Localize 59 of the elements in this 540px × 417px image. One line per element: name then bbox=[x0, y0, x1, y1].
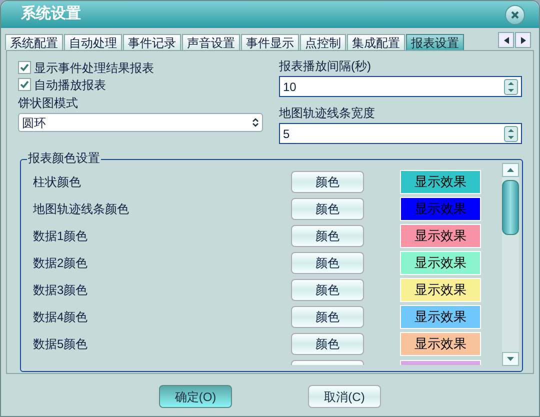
tab-scroll-left-button[interactable] bbox=[498, 32, 514, 48]
right-arrow-icon bbox=[520, 36, 526, 44]
scroll-down-icon[interactable] bbox=[502, 352, 519, 366]
color-label: 数据4颜色 bbox=[33, 309, 89, 326]
field-label: 地图轨迹线条宽度 bbox=[279, 106, 376, 121]
window-title: 系统设置 bbox=[21, 4, 81, 24]
color-label: 数据1颜色 bbox=[33, 228, 89, 245]
tab[interactable]: 报表设置 bbox=[406, 34, 464, 50]
group-title: 报表颜色设置 bbox=[27, 151, 101, 165]
color-preview: 显示效果 bbox=[400, 170, 481, 194]
color-preview: 显示效果 bbox=[400, 197, 481, 221]
color-label: 数据5颜色 bbox=[33, 336, 89, 353]
checkbox-label: 显示事件处理结果报表 bbox=[34, 60, 154, 76]
track-width-spin-field[interactable]: 5 bbox=[279, 123, 522, 144]
close-button[interactable] bbox=[505, 4, 525, 24]
color-button[interactable]: 颜色 bbox=[291, 306, 364, 328]
scroll-up-icon[interactable] bbox=[502, 163, 519, 177]
spinner-icon[interactable] bbox=[504, 126, 518, 142]
select-value: 圆环 bbox=[22, 114, 46, 132]
field-value: 5 bbox=[283, 126, 290, 142]
tab[interactable]: 系统配置 bbox=[5, 34, 63, 50]
checkbox-label: 自动播放报表 bbox=[34, 76, 106, 94]
close-icon bbox=[511, 10, 519, 18]
color-button[interactable]: 颜色 bbox=[291, 252, 364, 274]
color-preview: 显示效果 bbox=[400, 224, 481, 248]
tab[interactable]: 自动处理 bbox=[64, 34, 122, 50]
field-label: 饼状图模式 bbox=[18, 96, 79, 111]
color-button[interactable]: 颜色 bbox=[291, 171, 364, 193]
left-arrow-icon bbox=[504, 36, 508, 44]
color-button[interactable]: 颜色 bbox=[291, 279, 364, 301]
color-label: 地图轨迹线条颜色 bbox=[33, 201, 130, 218]
tab[interactable]: 声音设置 bbox=[182, 34, 240, 50]
color-button[interactable]: 颜色 bbox=[291, 198, 364, 220]
field-label: 报表播放间隔(秒) bbox=[279, 59, 372, 74]
play-interval-spin-field[interactable]: 10 bbox=[279, 76, 522, 97]
tab-scroll-right-button[interactable] bbox=[515, 32, 531, 48]
color-preview: 显示效果 bbox=[400, 305, 481, 329]
color-button[interactable]: 颜色 bbox=[291, 225, 364, 247]
color-preview: 显示效果 bbox=[400, 332, 481, 356]
color-preview: 显示效果 bbox=[400, 251, 481, 275]
tab[interactable]: 事件显示 bbox=[241, 34, 299, 50]
color-label: 柱状颜色 bbox=[33, 174, 82, 191]
dialog-button[interactable]: 取消(C) bbox=[308, 385, 381, 408]
color-button[interactable]: 颜色 bbox=[291, 333, 364, 355]
color-preview: 显示效果 bbox=[400, 278, 481, 302]
tab[interactable]: 点控制 bbox=[300, 34, 346, 50]
checkbox[interactable] bbox=[18, 61, 31, 74]
up-down-chevron-icon bbox=[252, 118, 259, 127]
tab[interactable]: 事件记录 bbox=[123, 34, 181, 50]
pie-mode-select[interactable]: 圆环 bbox=[18, 113, 263, 132]
field-value: 10 bbox=[283, 78, 296, 96]
tab[interactable]: 集成配置 bbox=[347, 34, 405, 50]
checkbox[interactable] bbox=[18, 78, 31, 91]
spinner-icon[interactable] bbox=[504, 78, 518, 94]
scroll-thumb[interactable] bbox=[502, 180, 519, 235]
color-label: 数据2颜色 bbox=[33, 255, 89, 272]
scrollbar[interactable] bbox=[502, 163, 519, 366]
color-label: 数据3颜色 bbox=[33, 282, 89, 299]
dialog-button[interactable]: 确定(O) bbox=[159, 385, 232, 408]
